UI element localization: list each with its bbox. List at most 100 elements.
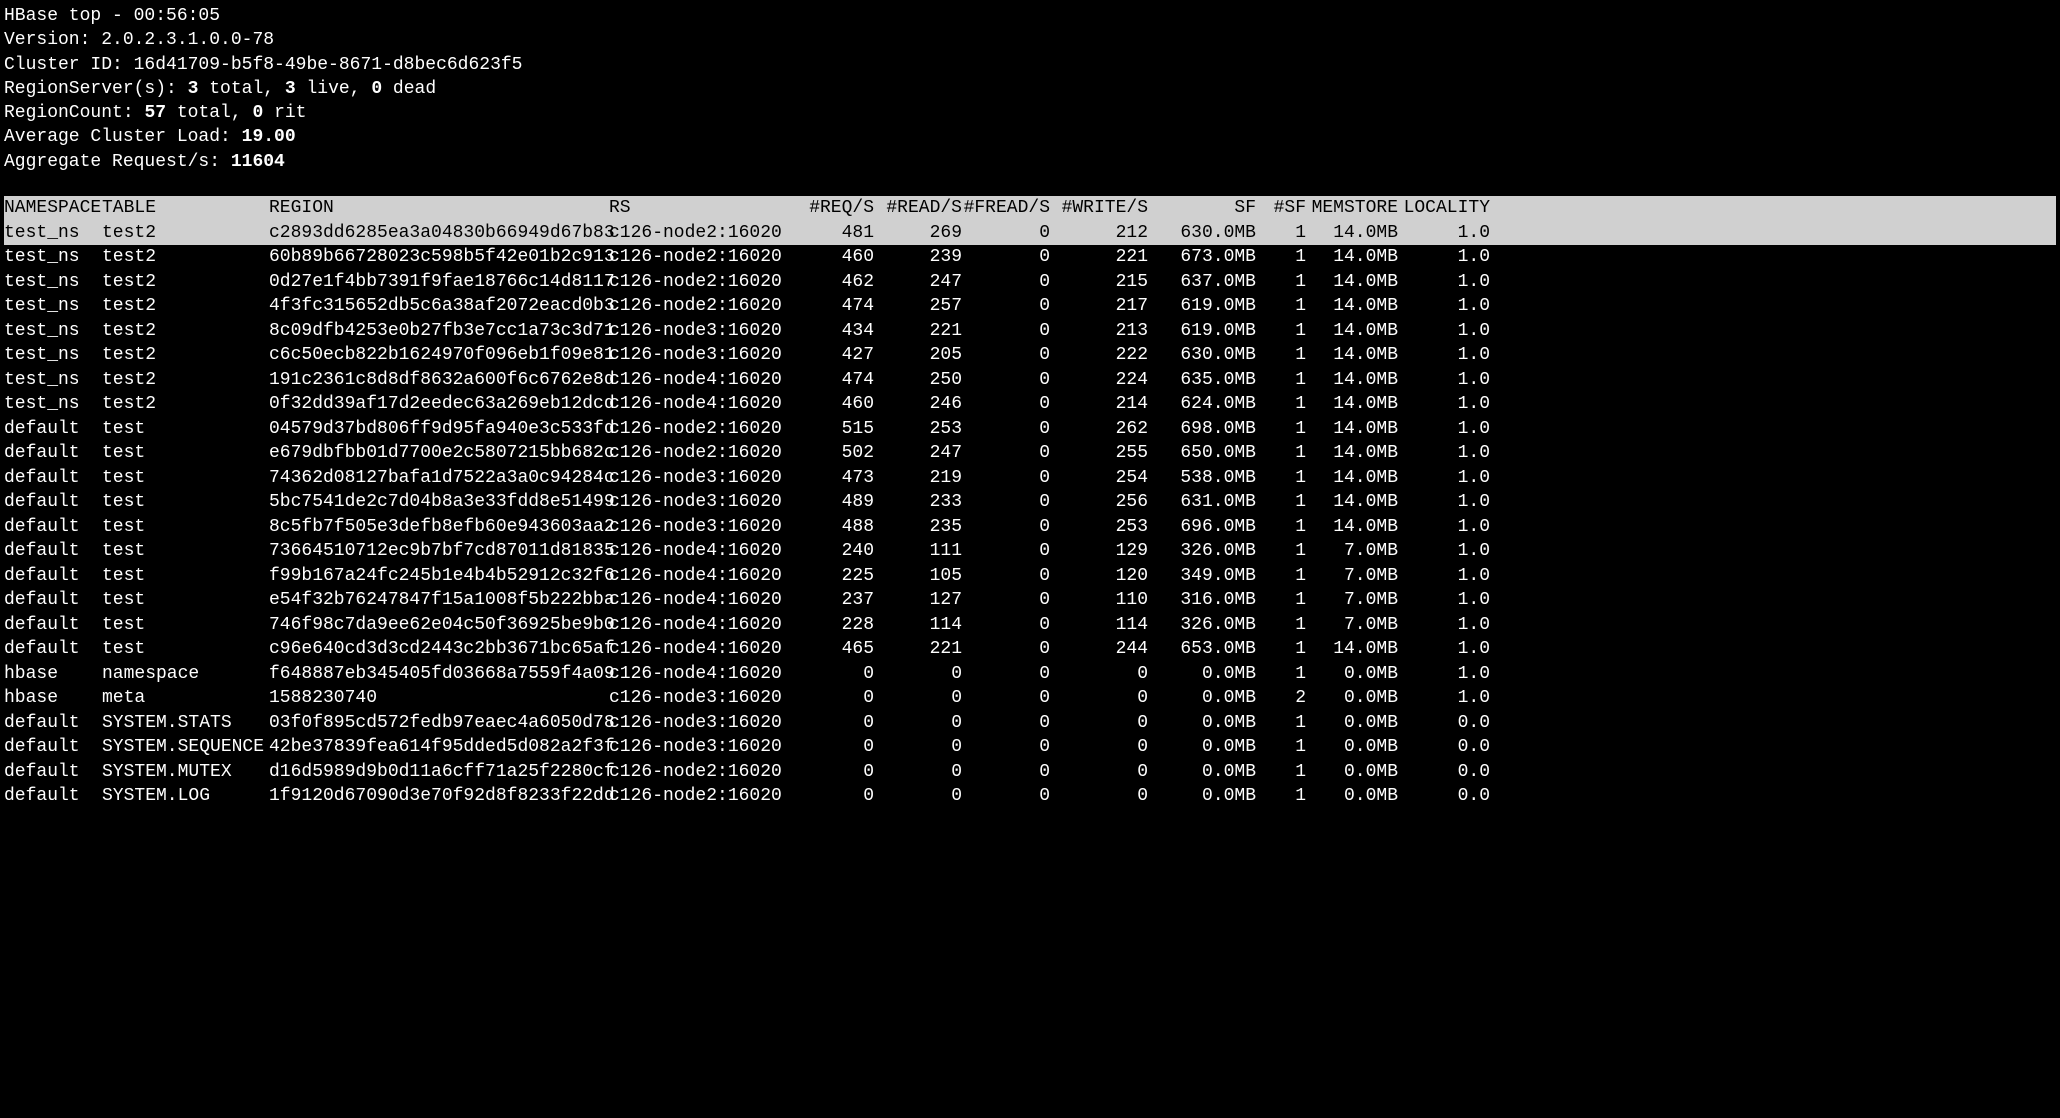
cell-region: c96e640cd3d3cd2443c2bb3671bc65af [269,637,609,661]
table-row[interactable]: test_nstest24f3fc315652db5c6a38af2072eac… [4,294,2056,319]
cell-table: test2 [102,368,269,392]
cell-locality: 1.0 [1398,270,1490,294]
col-header-freads[interactable]: #FREAD/S [962,196,1050,220]
table-row[interactable]: hbasenamespacef648887eb345405fd03668a755… [4,662,2056,687]
cell-memstore: 14.0MB [1306,343,1398,367]
cell-namespace: default [4,735,102,759]
table-row[interactable]: defaultSYSTEM.STATS03f0f895cd572fedb97ea… [4,711,2056,736]
cell-writes: 0 [1050,784,1148,808]
cell-sf: 637.0MB [1148,270,1256,294]
cell-writes: 0 [1050,735,1148,759]
cell-freads: 0 [962,441,1050,465]
cell-reads: 246 [874,392,962,416]
col-header-table[interactable]: TABLE [102,196,269,220]
table-row[interactable]: defaulttestf99b167a24fc245b1e4b4b52912c3… [4,564,2056,589]
cell-table: test2 [102,294,269,318]
cell-reads: 0 [874,662,962,686]
cell-nsf: 2 [1256,686,1306,710]
rc-total-suffix: total, [166,103,252,123]
cell-memstore: 14.0MB [1306,637,1398,661]
cell-locality: 1.0 [1398,319,1490,343]
table-row[interactable]: defaulttest04579d37bd806ff9d95fa940e3c53… [4,417,2056,442]
col-header-reqs[interactable]: #REQ/S [789,196,874,220]
rc-total: 57 [144,103,166,123]
cell-namespace: default [4,539,102,563]
table-header-row[interactable]: NAMESPACE TABLE REGION RS #REQ/S #READ/S… [4,196,2056,221]
cell-rs: c126-node3:16020 [609,686,789,710]
cell-nsf: 1 [1256,417,1306,441]
cell-sf: 650.0MB [1148,441,1256,465]
title-label: HBase top - [4,6,134,26]
cell-reads: 247 [874,270,962,294]
table-row[interactable]: defaultteste679dbfbb01d7700e2c5807215bb6… [4,441,2056,466]
table-row[interactable]: test_nstest2191c2361c8d8df8632a600f6c676… [4,368,2056,393]
cell-reads: 269 [874,221,962,245]
cell-reads: 235 [874,515,962,539]
table-row[interactable]: test_nstest2c2893dd6285ea3a04830b66949d6… [4,221,2056,246]
cell-namespace: default [4,490,102,514]
table-row[interactable]: test_nstest20f32dd39af17d2eedec63a269eb1… [4,392,2056,417]
col-header-memstore[interactable]: MEMSTORE [1306,196,1398,220]
cell-nsf: 1 [1256,319,1306,343]
col-header-region[interactable]: REGION [269,196,609,220]
cell-writes: 213 [1050,319,1148,343]
table-row[interactable]: defaultteste54f32b76247847f15a1008f5b222… [4,588,2056,613]
cell-rs: c126-node2:16020 [609,294,789,318]
cell-reads: 239 [874,245,962,269]
table-row[interactable]: test_nstest2c6c50ecb822b1624970f096eb1f0… [4,343,2056,368]
cell-locality: 0.0 [1398,760,1490,784]
table-row[interactable]: defaultSYSTEM.LOG1f9120d67090d3e70f92d8f… [4,784,2056,809]
cell-nsf: 1 [1256,760,1306,784]
cell-freads: 0 [962,466,1050,490]
cell-freads: 0 [962,613,1050,637]
table-row[interactable]: defaulttest746f98c7da9ee62e04c50f36925be… [4,613,2056,638]
cell-reads: 0 [874,784,962,808]
cell-locality: 1.0 [1398,637,1490,661]
cell-table: test [102,417,269,441]
table-row[interactable]: defaulttestc96e640cd3d3cd2443c2bb3671bc6… [4,637,2056,662]
cell-sf: 630.0MB [1148,221,1256,245]
cell-locality: 1.0 [1398,343,1490,367]
cell-sf: 624.0MB [1148,392,1256,416]
table-row[interactable]: test_nstest260b89b66728023c598b5f42e01b2… [4,245,2056,270]
col-header-sf[interactable]: SF [1148,196,1256,220]
cell-memstore: 7.0MB [1306,564,1398,588]
table-row[interactable]: defaultSYSTEM.MUTEXd16d5989d9b0d11a6cff7… [4,760,2056,785]
cell-reads: 205 [874,343,962,367]
col-header-namespace[interactable]: NAMESPACE [4,196,102,220]
cell-nsf: 1 [1256,245,1306,269]
table-row[interactable]: defaulttest8c5fb7f505e3defb8efb60e943603… [4,515,2056,540]
cell-locality: 1.0 [1398,662,1490,686]
regionserver-label: RegionServer(s): [4,79,188,99]
col-header-reads[interactable]: #READ/S [874,196,962,220]
table-row[interactable]: test_nstest20d27e1f4bb7391f9fae18766c14d… [4,270,2056,295]
timestamp: 00:56:05 [134,6,220,26]
cell-writes: 120 [1050,564,1148,588]
cell-reads: 253 [874,417,962,441]
cell-region: 1588230740 [269,686,609,710]
cluster-id-line: Cluster ID: 16d41709-b5f8-49be-8671-d8be… [4,53,2056,77]
cell-region: 73664510712ec9b7bf7cd87011d81835 [269,539,609,563]
cell-sf: 696.0MB [1148,515,1256,539]
cell-reads: 127 [874,588,962,612]
table-row[interactable]: defaulttest5bc7541de2c7d04b8a3e33fdd8e51… [4,490,2056,515]
cell-locality: 0.0 [1398,735,1490,759]
cell-nsf: 1 [1256,637,1306,661]
cell-freads: 0 [962,564,1050,588]
col-header-nsf[interactable]: #SF [1256,196,1306,220]
table-row[interactable]: test_nstest28c09dfb4253e0b27fb3e7cc1a73c… [4,319,2056,344]
cell-reqs: 473 [789,466,874,490]
table-row[interactable]: hbasemeta1588230740c126-node3:1602000000… [4,686,2056,711]
table-row[interactable]: defaulttest74362d08127bafa1d7522a3a0c942… [4,466,2056,491]
cell-table: namespace [102,662,269,686]
cell-reads: 114 [874,613,962,637]
table-row[interactable]: defaultSYSTEM.SEQUENCE42be37839fea614f95… [4,735,2056,760]
table-row[interactable]: defaulttest73664510712ec9b7bf7cd87011d81… [4,539,2056,564]
col-header-rs[interactable]: RS [609,196,789,220]
col-header-writes[interactable]: #WRITE/S [1050,196,1148,220]
cell-sf: 698.0MB [1148,417,1256,441]
col-header-locality[interactable]: LOCALITY [1398,196,1490,220]
cell-reads: 0 [874,686,962,710]
cell-freads: 0 [962,368,1050,392]
cell-table: test [102,490,269,514]
